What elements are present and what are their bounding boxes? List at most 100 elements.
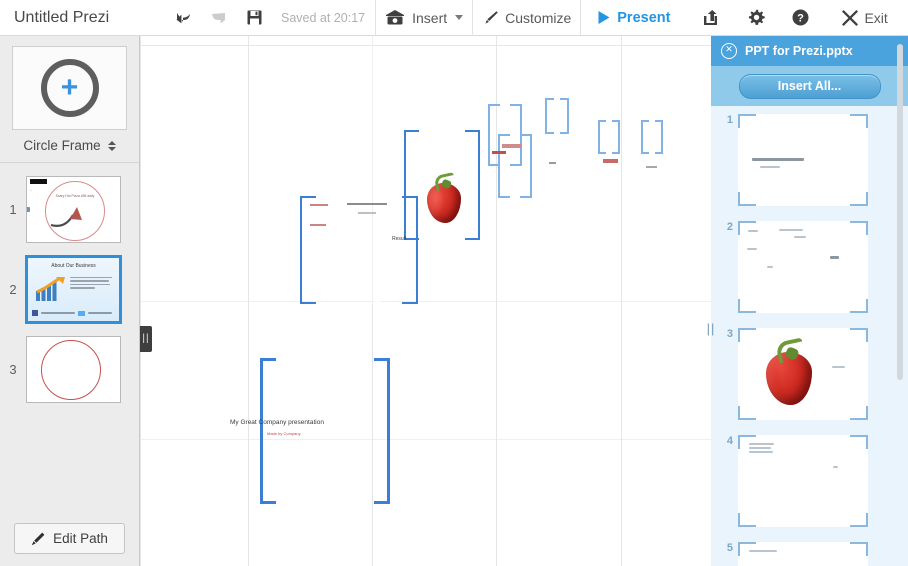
pepper-image xyxy=(766,337,816,410)
slide-text-line xyxy=(749,550,777,552)
list-item[interactable]: 2 About Our Business xyxy=(0,250,139,328)
handle-grip: || xyxy=(706,321,716,336)
canvas-text-block[interactable] xyxy=(646,166,657,168)
add-circle-frame-button[interactable]: + xyxy=(12,46,127,130)
ppt-slide-4[interactable] xyxy=(738,435,868,527)
canvas-text-block[interactable] xyxy=(492,151,506,154)
canvas-text-block[interactable] xyxy=(603,159,618,163)
question-mark-help-icon: ? xyxy=(792,9,809,26)
list-item[interactable]: 4 xyxy=(711,427,908,534)
frame-type-selector[interactable]: Circle Frame xyxy=(0,138,139,153)
top-toolbar: Untitled Prezi Saved at 20:17 Insert Cus… xyxy=(0,0,908,36)
edit-path-button[interactable]: Edit Path xyxy=(14,523,125,554)
list-item[interactable]: 2 xyxy=(711,213,908,320)
slide-text-line xyxy=(832,366,845,368)
grid-line xyxy=(140,439,711,440)
slide-corner-marker xyxy=(850,513,868,527)
canvas-text-title[interactable]: My Great Company presentation xyxy=(230,419,324,426)
thumbnail-tick-mark: ⌐ xyxy=(30,187,32,192)
play-triangle-icon xyxy=(597,10,611,25)
insert-all-label: Insert All... xyxy=(777,79,842,93)
up-down-stepper-icon[interactable] xyxy=(107,140,116,151)
presentation-canvas[interactable]: My Great Company presentation Made by Co… xyxy=(140,36,711,566)
close-x-icon xyxy=(842,9,859,26)
ppt-slide-number: 4 xyxy=(726,435,733,447)
list-item[interactable]: 1 xyxy=(711,106,908,213)
redo-button[interactable] xyxy=(201,0,238,36)
list-item[interactable]: 5 xyxy=(711,534,908,566)
slide-thumbnail-1[interactable]: ⌐ Scary Hot Pizza #55 daily xyxy=(26,175,121,243)
ppt-slide-number: 2 xyxy=(726,221,733,233)
exit-label: Exit xyxy=(864,9,888,26)
frame-bracket[interactable] xyxy=(641,120,663,154)
ppt-slide-list[interactable]: 1 2 3 4 5 xyxy=(711,106,908,566)
exit-button[interactable]: Exit xyxy=(818,0,896,36)
canvas-text-block[interactable] xyxy=(358,212,376,214)
save-button[interactable] xyxy=(238,0,271,36)
help-button[interactable]: ? xyxy=(774,0,818,36)
grid-line xyxy=(140,45,711,46)
resize-panel-handle-icon[interactable]: || xyxy=(705,314,717,344)
customize-label: Customize xyxy=(505,9,572,26)
ppt-slide-5[interactable] xyxy=(738,542,868,566)
slide-text-line xyxy=(748,230,758,232)
gear-icon xyxy=(748,9,766,26)
undo-arrow-icon xyxy=(173,10,192,26)
slide-thumbnail-2[interactable]: About Our Business xyxy=(26,255,121,323)
list-item[interactable]: 1 ⌐ Scary Hot Pizza #55 daily xyxy=(0,170,139,248)
frame-bracket[interactable] xyxy=(545,98,569,134)
slide-text-line xyxy=(747,248,757,250)
insert-menu-button[interactable]: Insert xyxy=(376,0,472,36)
panel-actions-bar: Insert All... xyxy=(711,66,908,106)
canvas-text-block[interactable] xyxy=(310,204,328,206)
slide-corner-marker xyxy=(738,406,756,420)
ppt-slide-3[interactable] xyxy=(738,328,868,420)
close-circle-icon[interactable]: ✕ xyxy=(721,43,737,59)
present-button[interactable]: Present xyxy=(581,0,679,36)
document-title[interactable]: Untitled Prezi xyxy=(0,9,164,27)
ppt-slide-2[interactable] xyxy=(738,221,868,313)
vertical-scrollbar[interactable] xyxy=(897,44,903,380)
slide-text-line xyxy=(779,229,803,231)
present-label: Present xyxy=(617,9,671,26)
grid-line xyxy=(248,36,249,566)
slide-corner-marker xyxy=(738,114,756,128)
slide-thumbnail-3[interactable] xyxy=(26,335,121,403)
handle-grip: || xyxy=(142,333,150,344)
slide-corner-marker xyxy=(850,192,868,206)
insert-all-button[interactable]: Insert All... xyxy=(738,73,881,99)
canvas-text-block[interactable] xyxy=(310,224,326,226)
plus-glyph: + xyxy=(60,71,79,104)
canvas-text-block[interactable] xyxy=(347,203,387,205)
canvas-text-subtitle[interactable]: Made by Company xyxy=(267,431,301,436)
list-item[interactable]: 3 xyxy=(711,320,908,427)
panel-header: ✕ PPT for Prezi.pptx xyxy=(711,36,908,66)
chevron-down-icon xyxy=(455,15,464,20)
undo-button[interactable] xyxy=(164,0,201,36)
pepper-image[interactable] xyxy=(427,172,465,226)
slide-text-line xyxy=(833,466,838,468)
circle-frame-plus-icon: + xyxy=(40,59,99,117)
floppy-disk-save-icon xyxy=(247,10,262,25)
canvas-text-block[interactable] xyxy=(502,144,522,148)
collapse-panel-handle-icon[interactable]: || xyxy=(140,326,152,352)
frame-bracket[interactable] xyxy=(598,120,620,154)
canvas-text-block[interactable] xyxy=(549,162,556,164)
prezi-editor-window: Untitled Prezi Saved at 20:17 Insert Cus… xyxy=(0,0,908,566)
share-button[interactable] xyxy=(679,0,730,36)
slide-text-line xyxy=(767,266,773,268)
slide-corner-marker xyxy=(850,299,868,313)
bar-chart-growth-icon xyxy=(36,276,65,301)
ppt-slide-number: 1 xyxy=(726,114,733,126)
pepper-highlight xyxy=(429,190,445,218)
circle-frame-outline xyxy=(41,339,101,400)
list-item[interactable]: 3 xyxy=(0,330,139,408)
settings-button[interactable] xyxy=(730,0,774,36)
grid-line xyxy=(140,36,141,566)
customize-button[interactable]: Customize xyxy=(473,0,580,36)
slide-corner-marker xyxy=(738,192,756,206)
slide-text-line xyxy=(749,451,773,453)
ppt-slide-1[interactable] xyxy=(738,114,868,206)
canvas-text-result[interactable]: Result xyxy=(392,236,406,242)
svg-text:?: ? xyxy=(798,12,805,24)
